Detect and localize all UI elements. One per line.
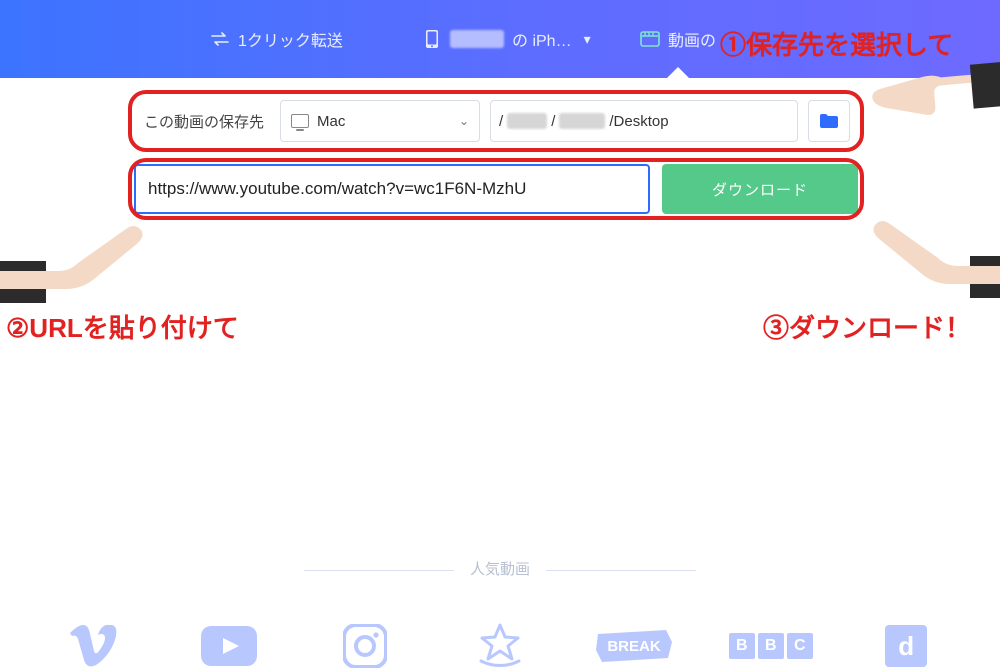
browse-folder-button[interactable] — [808, 100, 850, 142]
pointing-hand-icon — [861, 50, 1000, 132]
path-slash: / — [551, 113, 555, 130]
phone-icon — [422, 29, 442, 49]
tab-one-click-transfer[interactable]: 1クリック転送 — [188, 0, 365, 78]
svg-text:BREAK: BREAK — [608, 638, 662, 655]
annotation-step-3: ③ダウンロード！ — [763, 308, 971, 345]
brand-instagram[interactable] — [320, 616, 410, 670]
device-name-blur — [450, 30, 504, 48]
path-tail: /Desktop — [609, 113, 668, 130]
device-name: Mac — [317, 113, 451, 130]
url-download-row: ダウンロード — [134, 164, 858, 214]
tab-device-suffix: の iPh… — [512, 27, 572, 51]
tab-label: 1クリック転送 — [238, 27, 343, 51]
url-input[interactable] — [134, 164, 650, 214]
popular-videos-heading: 人気動画 — [0, 558, 1000, 579]
download-button[interactable]: ダウンロード — [662, 164, 858, 214]
vimeo-icon — [70, 625, 118, 667]
device-select[interactable]: Mac ⌄ — [280, 100, 480, 142]
monitor-icon — [291, 114, 309, 128]
folder-icon — [819, 113, 839, 129]
save-destination-label: この動画の保存先 — [142, 111, 270, 132]
d-icon: d — [885, 625, 927, 667]
main-panel: ①保存先を選択して この動画の保存先 Mac ⌄ / / /Desktop ダウ… — [0, 78, 1000, 670]
brand-vimeo[interactable] — [49, 616, 139, 670]
youtube-icon — [201, 626, 257, 666]
popular-brands-row: BREAK BBC d — [0, 598, 1000, 670]
save-path-display[interactable]: / / /Desktop — [490, 100, 798, 142]
chevron-down-icon: ▾ — [584, 31, 591, 48]
brand-youtube[interactable] — [184, 616, 274, 670]
path-seg-blur — [507, 113, 547, 129]
pointing-hand-icon — [0, 213, 158, 303]
path-slash: / — [499, 113, 503, 130]
annotation-step-2: ②URLを貼り付けて — [6, 308, 239, 345]
chevron-down-icon: ⌄ — [459, 114, 469, 128]
video-icon — [640, 29, 660, 49]
bbc-icon: BBC — [729, 633, 813, 659]
star-swoosh-icon — [477, 623, 523, 669]
tab-video-prefix: 動画の — [668, 27, 716, 51]
save-destination-row: この動画の保存先 Mac ⌄ / / /Desktop — [134, 96, 858, 146]
break-icon: BREAK — [596, 628, 674, 664]
tab-device[interactable]: の iPh… ▾ — [400, 0, 613, 78]
instagram-icon — [343, 624, 387, 668]
pointing-hand-icon — [858, 208, 1000, 298]
brand-star[interactable] — [455, 616, 545, 670]
brand-bbc[interactable]: BBC — [726, 616, 816, 670]
brand-break[interactable]: BREAK — [590, 616, 680, 670]
path-seg-blur — [559, 113, 605, 129]
brand-d[interactable]: d — [861, 616, 951, 670]
transfer-icon — [210, 29, 230, 49]
